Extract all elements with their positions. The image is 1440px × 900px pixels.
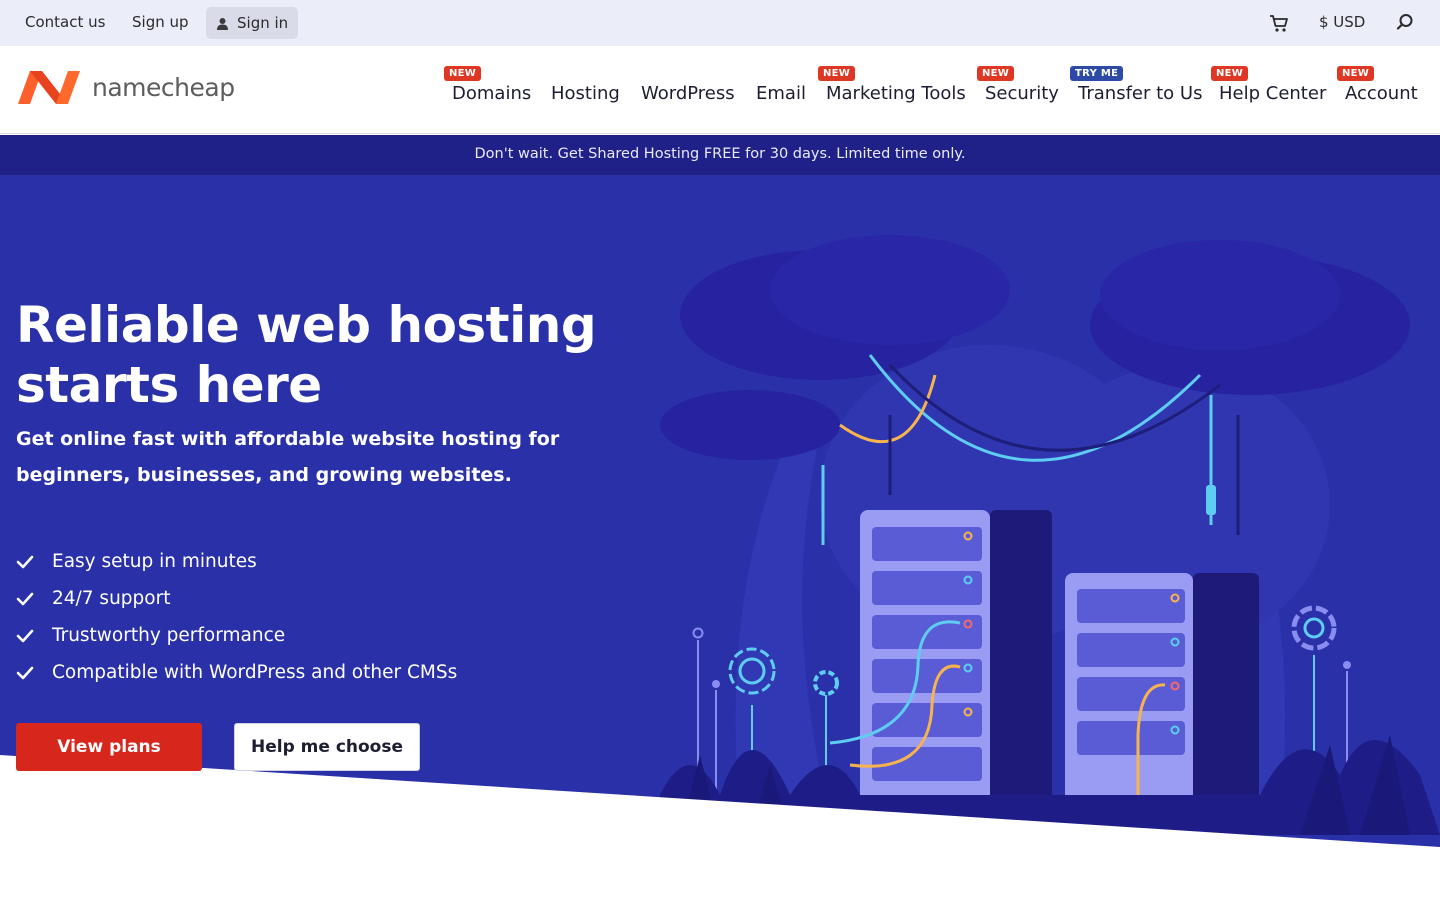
hero-section: Reliable web hosting starts here Get onl… xyxy=(0,175,1440,900)
nav-label: Hosting xyxy=(551,83,620,104)
feature-text: Easy setup in minutes xyxy=(52,551,257,572)
sign-up-link[interactable]: Sign up xyxy=(132,0,189,46)
checkmark-icon xyxy=(16,666,34,679)
main-header: namecheap NEW Domains Hosting WordPress … xyxy=(0,46,1440,134)
namecheap-logo-mark xyxy=(18,71,80,104)
contact-us-link[interactable]: Contact us xyxy=(25,0,105,46)
try-me-badge: TRY ME xyxy=(1070,66,1124,81)
cart-button[interactable] xyxy=(1268,12,1290,38)
view-plans-button[interactable]: View plans xyxy=(16,723,202,771)
checkmark-icon xyxy=(16,629,34,642)
feature-item: Easy setup in minutes xyxy=(16,543,457,580)
namecheap-logo[interactable]: namecheap xyxy=(16,68,235,106)
checkmark-icon xyxy=(16,555,34,568)
hero-bottom-edge xyxy=(0,755,1440,900)
sign-in-label: Sign in xyxy=(237,14,289,32)
feature-list: Easy setup in minutes 24/7 support Trust… xyxy=(16,543,457,691)
nav-label: WordPress xyxy=(641,83,735,104)
user-icon xyxy=(217,17,228,30)
currency-selector[interactable]: $ USD xyxy=(1319,0,1365,46)
help-me-choose-button[interactable]: Help me choose xyxy=(234,723,420,771)
new-badge: NEW xyxy=(444,66,482,81)
cart-icon xyxy=(1270,15,1288,32)
sign-in-button[interactable]: Sign in xyxy=(206,7,298,39)
nav-label: Help Center xyxy=(1219,83,1327,104)
feature-item: Compatible with WordPress and other CMSs xyxy=(16,654,457,691)
nav-label: Account xyxy=(1345,83,1418,104)
brand-name: namecheap xyxy=(92,72,235,102)
utility-bar: Contact us Sign up Sign in $ USD xyxy=(0,0,1440,46)
feature-item: Trustworthy performance xyxy=(16,617,457,654)
nav-label: Security xyxy=(985,83,1059,104)
hero-title-line1: Reliable web hosting xyxy=(16,296,597,354)
promo-text: Don't wait. Get Shared Hosting FREE for … xyxy=(474,146,966,162)
search-button[interactable] xyxy=(1395,12,1415,36)
nav-label: Domains xyxy=(452,83,532,104)
feature-text: Compatible with WordPress and other CMSs xyxy=(52,662,458,683)
hero-subtitle: Get online fast with affordable website … xyxy=(16,428,560,486)
hero-title: Reliable web hosting starts here xyxy=(16,295,636,415)
checkmark-icon xyxy=(16,592,34,605)
nav-label: Transfer to Us xyxy=(1078,83,1203,104)
new-badge: NEW xyxy=(1211,66,1249,81)
new-badge: NEW xyxy=(818,66,856,81)
feature-text: Trustworthy performance xyxy=(52,625,286,646)
feature-text: 24/7 support xyxy=(52,588,171,609)
search-icon xyxy=(1396,14,1413,30)
nav-label: Email xyxy=(756,83,806,104)
new-badge: NEW xyxy=(977,66,1015,81)
hero-title-line2: starts here xyxy=(16,356,322,414)
new-badge: NEW xyxy=(1337,66,1375,81)
promo-banner[interactable]: Don't wait. Get Shared Hosting FREE for … xyxy=(0,135,1440,175)
feature-item: 24/7 support xyxy=(16,580,457,617)
nav-label: Marketing Tools xyxy=(826,83,966,104)
